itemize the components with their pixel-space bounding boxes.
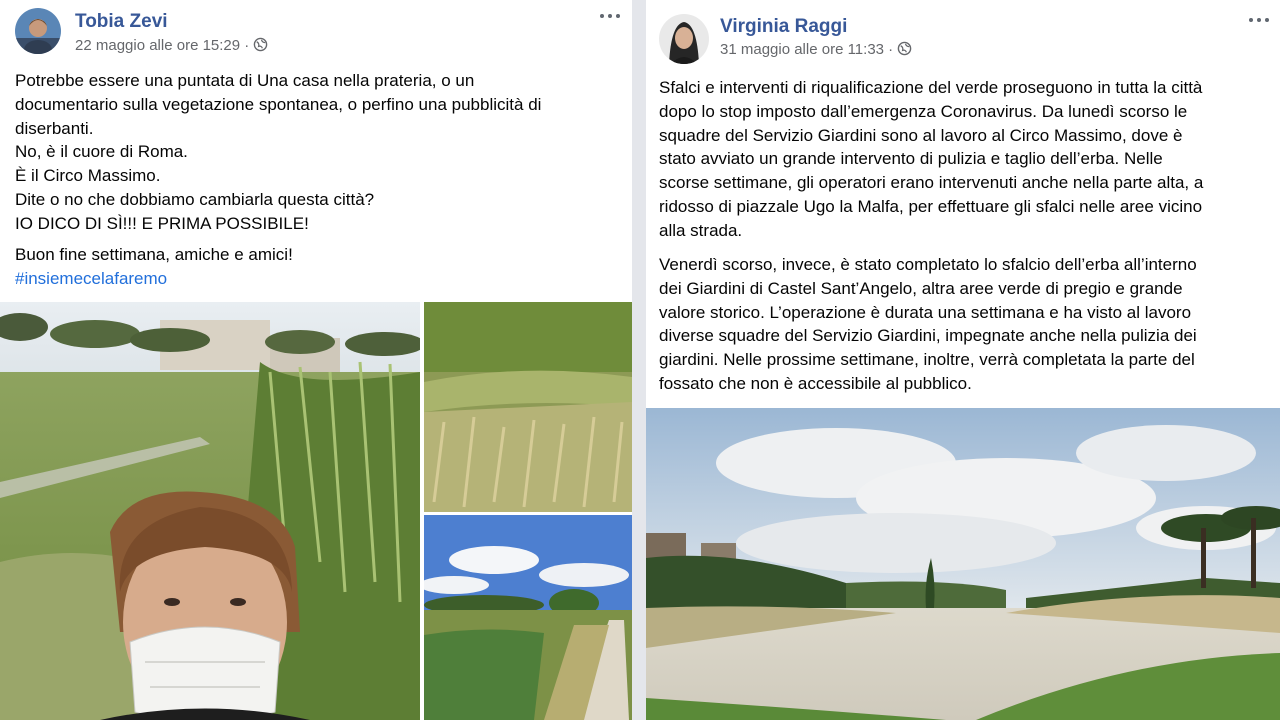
text-line: squadre del Servizio Giardini sono al la… [659, 125, 1183, 145]
more-options-icon[interactable] [598, 10, 622, 22]
text-line: dei Giardini di Castel Sant’Angelo, altr… [659, 278, 1183, 298]
author-name[interactable]: Virginia Raggi [720, 16, 847, 38]
text-line: Buon fine settimana, amiche e amici! [15, 245, 293, 264]
post-timestamp[interactable]: 31 maggio alle ore 11:33 · [720, 41, 912, 60]
text-line: Sfalci e interventi di riqualificazione … [659, 78, 1203, 97]
post-virginia-raggi: Virginia Raggi 31 maggio alle ore 11:33 … [646, 0, 1280, 720]
post-photo-path[interactable] [424, 515, 632, 720]
text-line: alla strada. [659, 220, 743, 240]
text-line: scorse settimane, gli operatori erano in… [659, 173, 1204, 193]
text-line: Dite o no che dobbiamo cambiarla questa … [15, 189, 375, 209]
text-line: diserbanti. [15, 118, 94, 138]
text-line: stato avviato un grande intervento di pu… [659, 149, 1163, 169]
author-name[interactable]: Tobia Zevi [75, 11, 168, 33]
text-line: ridosso di piazzale Ugo la Malfa, per ef… [659, 196, 1203, 216]
text-line: diverse squadre del Servizio Giardini, i… [659, 326, 1197, 346]
text-line: Venerdì scorso, invece, è stato completa… [659, 255, 1197, 274]
text-line: dopo lo stop imposto dall’emergenza Coro… [659, 101, 1188, 121]
text-line: valore storico. L’operazione è durata un… [659, 302, 1192, 322]
text-line: Potrebbe essere una puntata di Una casa … [15, 71, 475, 90]
globe-icon [897, 41, 912, 60]
text-line: giardini. Nelle prossime settimane, inol… [659, 350, 1195, 370]
hashtag-link[interactable]: #insiemecelafaremo [15, 267, 167, 291]
post-tobia-zevi: Tobia Zevi 22 maggio alle ore 15:29 · Po… [0, 0, 632, 720]
text-line: È il Circo Massimo. [15, 166, 161, 186]
timestamp-text[interactable]: 31 maggio alle ore 11:33 · [720, 41, 893, 58]
post-text-closing: Buon fine settimana, amiche e amici! [15, 243, 293, 267]
text-line: fossato che non è accessibile al pubblic… [659, 373, 972, 393]
post-text: Sfalci e interventi di riqualificazione … [659, 76, 1203, 243]
author-avatar[interactable] [659, 14, 709, 64]
post-photo-selfie[interactable] [0, 302, 420, 720]
post-timestamp[interactable]: 22 maggio alle ore 15:29 · [75, 37, 268, 56]
text-line: No, è il cuore di Roma. [15, 142, 188, 162]
author-avatar[interactable] [15, 8, 61, 54]
timestamp-text[interactable]: 22 maggio alle ore 15:29 · [75, 37, 249, 54]
post-text-second: Venerdì scorso, invece, è stato completa… [659, 253, 1197, 396]
globe-icon [253, 37, 268, 56]
text-line: IO DICO DI SÌ!!! E PRIMA POSSIBILE! [15, 213, 309, 233]
more-options-icon[interactable] [1247, 14, 1271, 26]
post-photo-grass[interactable] [424, 302, 632, 512]
hashtag-text[interactable]: #insiemecelafaremo [15, 267, 167, 291]
post-text: Potrebbe essere una puntata di Una casa … [15, 69, 541, 236]
text-line: documentario sulla vegetazione spontanea… [15, 94, 542, 114]
post-photo-circo-massimo[interactable] [646, 408, 1280, 720]
